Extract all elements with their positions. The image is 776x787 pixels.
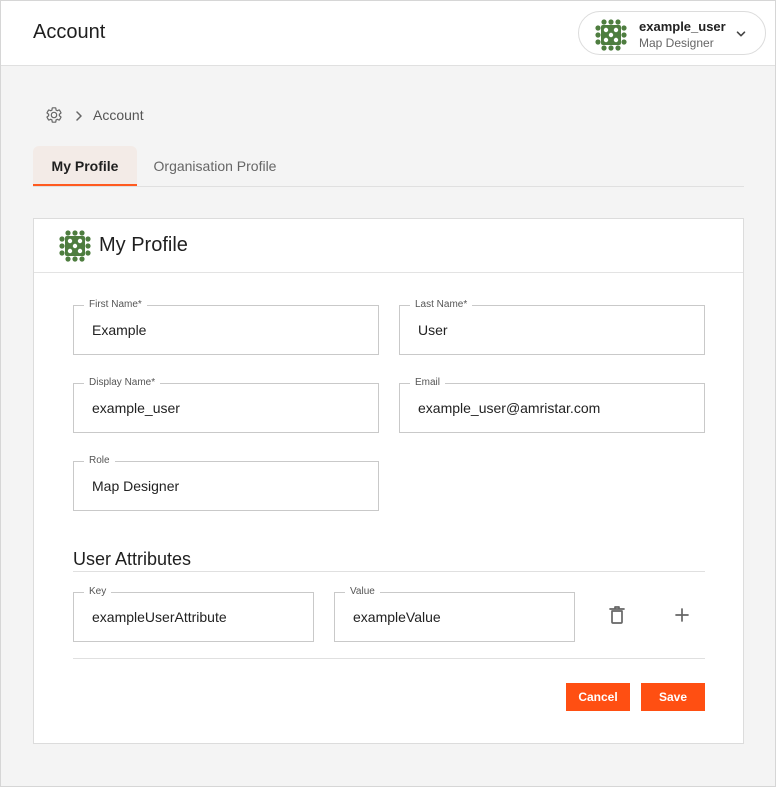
- avatar-icon: [595, 19, 627, 51]
- user-role: Map Designer: [639, 36, 714, 50]
- attribute-key-field: Key: [73, 585, 314, 642]
- chevron-down-icon: [736, 31, 746, 37]
- profile-card: My Profile First Name* Last Name* Displa…: [33, 218, 744, 744]
- avatar-icon: [59, 230, 91, 262]
- breadcrumb-current: Account: [93, 107, 144, 123]
- attribute-value-input[interactable]: [335, 593, 574, 641]
- plus-icon[interactable]: [670, 603, 694, 627]
- divider: [73, 571, 705, 572]
- first-name-input[interactable]: [74, 306, 378, 354]
- tab-my-profile[interactable]: My Profile: [33, 146, 137, 186]
- cancel-button[interactable]: Cancel: [566, 683, 630, 711]
- tab-organisation-profile[interactable]: Organisation Profile: [151, 146, 279, 184]
- last-name-input[interactable]: [400, 306, 704, 354]
- user-menu-button[interactable]: example_user Map Designer: [578, 11, 766, 55]
- email-field: Email: [399, 376, 705, 433]
- role-field: Role: [73, 454, 379, 511]
- page-title: Account: [33, 21, 106, 43]
- gear-icon[interactable]: [45, 106, 63, 124]
- card-header: My Profile: [34, 219, 743, 273]
- email-input[interactable]: [400, 384, 704, 432]
- attribute-value-field: Value: [334, 585, 575, 642]
- divider: [73, 658, 705, 659]
- save-button[interactable]: Save: [641, 683, 705, 711]
- user-name: example_user: [639, 19, 726, 34]
- top-bar: Account example_user Map Designer: [1, 1, 775, 66]
- user-attributes-title: User Attributes: [73, 549, 192, 569]
- app-window: Account example_user Map Designer Accoun…: [0, 0, 776, 787]
- display-name-input[interactable]: [74, 384, 378, 432]
- trash-icon[interactable]: [605, 603, 629, 627]
- attribute-key-input[interactable]: [74, 593, 313, 641]
- display-name-field: Display Name*: [73, 376, 379, 433]
- role-input[interactable]: [74, 462, 378, 510]
- card-title: My Profile: [99, 234, 188, 256]
- chevron-right-icon: [76, 111, 82, 121]
- first-name-field: First Name*: [73, 298, 379, 355]
- tab-bar: My Profile Organisation Profile: [33, 146, 744, 187]
- last-name-field: Last Name*: [399, 298, 705, 355]
